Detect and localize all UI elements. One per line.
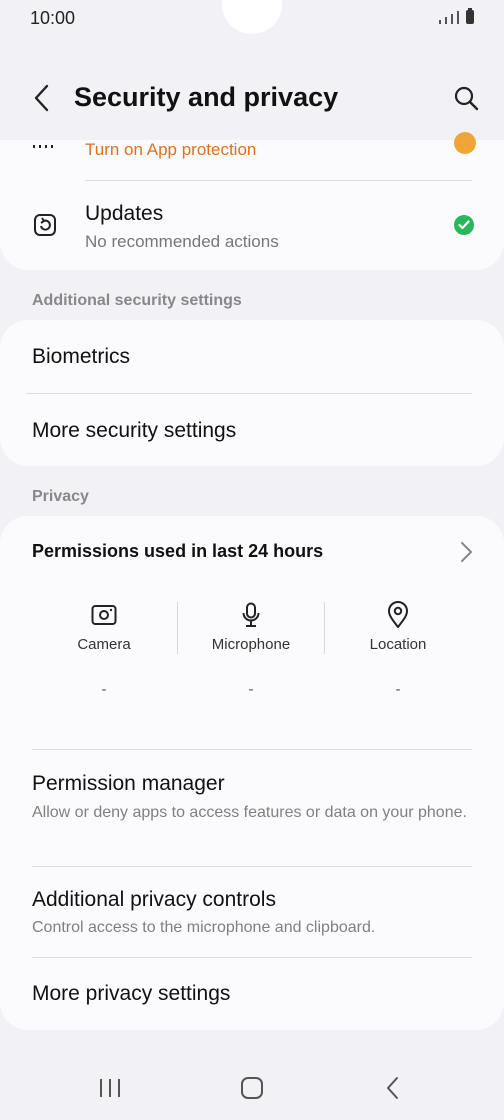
permissions-used-title: Permissions used in last 24 hours	[32, 541, 324, 561]
section-header-privacy: Privacy	[32, 488, 89, 505]
back-arrow-icon	[34, 84, 49, 112]
home-button[interactable]	[228, 1068, 276, 1108]
warning-status-icon	[454, 132, 476, 154]
search-button[interactable]	[446, 78, 486, 118]
status-bar: 10:00	[0, 0, 504, 40]
permission-manager-subtitle: Allow or deny apps to access features or…	[32, 804, 467, 821]
recent-apps-button[interactable]	[86, 1068, 134, 1108]
recent-apps-icon	[100, 1079, 120, 1097]
permission-camera[interactable]: Camera -	[31, 600, 177, 698]
microphone-label: Microphone	[211, 636, 291, 653]
app-protection-warning[interactable]: Turn on App protection	[85, 140, 256, 160]
updates-subtitle: No recommended actions	[85, 232, 279, 251]
more-security-settings-item[interactable]: More security settings	[32, 419, 236, 443]
status-time: 10:00	[30, 8, 76, 28]
divider	[32, 749, 472, 750]
location-label: Location	[369, 636, 427, 653]
navigation-bar	[0, 1040, 504, 1120]
camera-icon	[91, 605, 117, 625]
divider	[26, 393, 472, 394]
back-button[interactable]	[22, 78, 62, 118]
app-protection-icon	[32, 140, 56, 148]
signal-icon	[439, 20, 441, 24]
section-header-additional-security: Additional security settings	[32, 292, 242, 309]
location-usage-value: -	[395, 681, 401, 698]
biometrics-item[interactable]: Biometrics	[32, 345, 130, 369]
microphone-icon	[242, 602, 260, 627]
divider	[85, 180, 472, 181]
camera-notch	[222, 0, 282, 34]
updates-icon	[34, 214, 56, 236]
divider	[32, 957, 472, 958]
page-title: Security and privacy	[74, 82, 339, 112]
permission-microphone[interactable]: Microphone -	[178, 600, 324, 698]
check-icon	[454, 215, 474, 235]
chevron-right-icon	[461, 542, 472, 562]
back-nav-icon	[387, 1077, 398, 1099]
additional-privacy-controls-subtitle: Control access to the microphone and cli…	[32, 919, 376, 936]
camera-usage-value: -	[101, 681, 107, 698]
app-bar: Security and privacy	[0, 66, 504, 130]
permission-location[interactable]: Location -	[325, 600, 471, 698]
status-icons	[439, 8, 474, 24]
location-icon	[388, 601, 408, 628]
additional-security-card: Biometrics More security settings	[0, 320, 504, 466]
search-icon	[454, 86, 479, 111]
camera-label: Camera	[77, 636, 131, 653]
microphone-usage-value: -	[248, 681, 254, 698]
updates-title: Updates	[85, 202, 164, 225]
more-privacy-settings-item[interactable]: More privacy settings	[32, 982, 230, 1006]
battery-icon	[466, 8, 474, 24]
home-icon	[241, 1077, 263, 1099]
back-nav-button[interactable]	[369, 1068, 417, 1108]
privacy-card: Permissions used in last 24 hours Camera…	[0, 516, 504, 1030]
security-status-card: Turn on App protection Updates No recomm…	[0, 132, 504, 270]
additional-privacy-controls-title: Additional privacy controls	[32, 888, 276, 911]
divider	[32, 866, 472, 867]
permission-manager-title: Permission manager	[32, 772, 225, 795]
